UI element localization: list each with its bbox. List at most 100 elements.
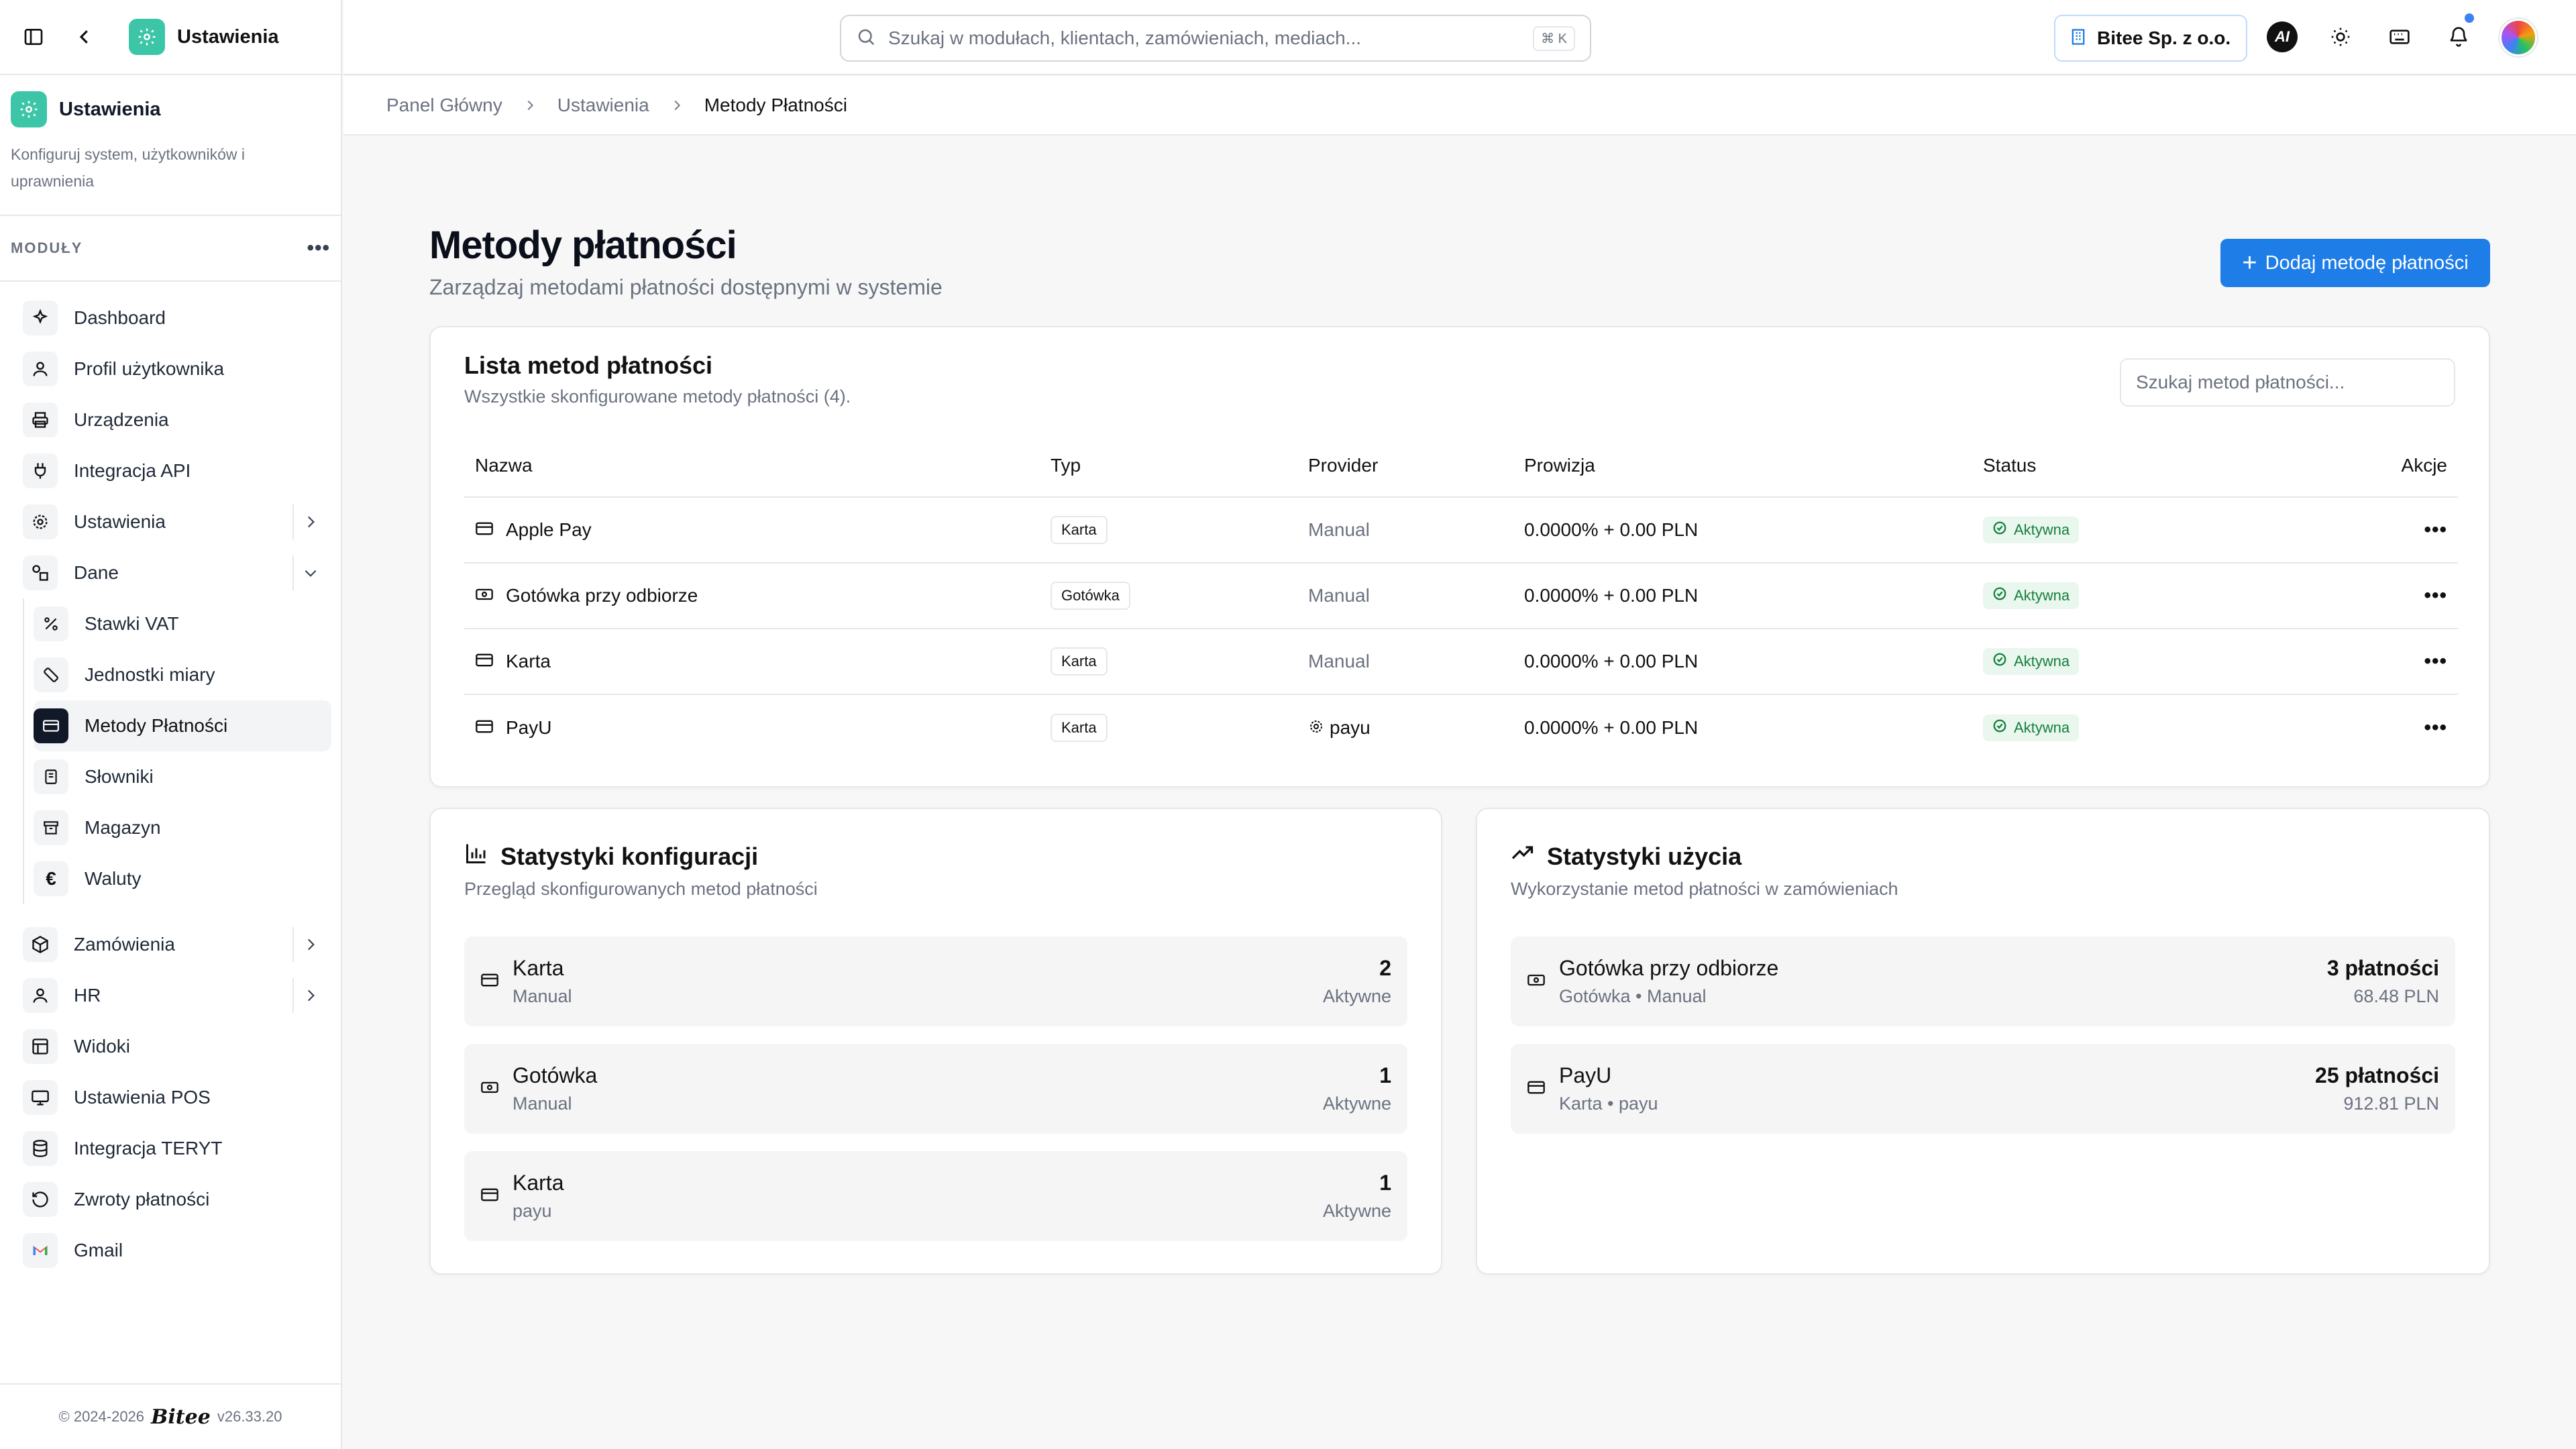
sidebar-item-label: Widoki	[74, 1036, 131, 1057]
sidebar-item-devices[interactable]: Urządzenia	[0, 394, 341, 445]
sidebar-item-api[interactable]: Integracja API	[0, 445, 341, 496]
credit-card-icon	[1527, 1078, 1546, 1100]
sidebar-item-label: Zwroty płatności	[74, 1189, 210, 1210]
sidebar-item-units[interactable]: Jednostki miary	[34, 649, 341, 700]
banknote-icon	[475, 585, 494, 607]
check-circle-icon	[1992, 521, 2007, 539]
chevron-right-icon	[523, 98, 537, 113]
monitor-icon	[23, 1080, 58, 1115]
sidebar-item-label: Ustawienia POS	[74, 1087, 211, 1108]
sidebar-nav: Dashboard Profil użytkownika Urządzenia …	[0, 282, 341, 1276]
layout-icon	[23, 1029, 58, 1064]
item-unit: 912.81 PLN	[2343, 1093, 2439, 1114]
credit-card-icon	[34, 708, 68, 743]
keyboard-icon[interactable]	[2383, 20, 2416, 54]
item-title: Gotówka	[513, 1063, 598, 1087]
list-description: Wszystkie skonfigurowane metody płatnośc…	[464, 386, 851, 407]
table-row[interactable]: Gotówka przy odbiorze Gotówka Manual 0.0…	[464, 564, 2458, 629]
list-item: Karta payu 1 Aktywne	[464, 1151, 1407, 1241]
status-badge: Aktywna	[1983, 648, 2080, 675]
more-horizontal-icon[interactable]: •••	[307, 237, 330, 260]
more-horizontal-icon[interactable]: •••	[2424, 650, 2447, 673]
global-search-input[interactable]: Szukaj w modułach, klientach, zamówienia…	[840, 15, 1591, 62]
usage-stats-description: Wykorzystanie metod płatności w zamówien…	[1511, 879, 1898, 899]
status-badge: Aktywna	[1983, 582, 2080, 609]
settings-app-icon	[129, 19, 165, 55]
item-value: 1	[1379, 1063, 1391, 1087]
chevron-right-icon[interactable]	[292, 978, 327, 1013]
list-item: Karta Manual 2 Aktywne	[464, 936, 1407, 1026]
type-badge: Karta	[1051, 647, 1108, 676]
chevron-right-icon[interactable]	[292, 927, 327, 962]
item-meta: Gotówka przy odbiorze Gotówka • Manual	[1559, 956, 2327, 1007]
page-title: Metody płatności	[429, 223, 737, 267]
credit-card-icon	[480, 971, 499, 993]
method-name: Karta	[506, 651, 551, 672]
item-value: 25 płatności	[2315, 1063, 2439, 1087]
sidebar-item-label: Waluty	[85, 868, 142, 889]
sidebar-item-views[interactable]: Widoki	[0, 1021, 341, 1072]
more-horizontal-icon[interactable]: •••	[2424, 716, 2447, 739]
sidebar-item-hr[interactable]: HR	[0, 970, 341, 1021]
type-cell: Karta	[1051, 516, 1308, 544]
bell-icon[interactable]	[2442, 13, 2475, 54]
sidebar-item-warehouse[interactable]: Magazyn	[34, 802, 341, 853]
list-search-input[interactable]: Szukaj metod płatności...	[2120, 358, 2455, 407]
company-switcher-button[interactable]: Bitee Sp. z o.o.	[2054, 15, 2247, 62]
plus-icon: +	[2242, 249, 2257, 277]
modules-header: MODUŁY •••	[0, 216, 341, 282]
chevron-right-icon[interactable]	[292, 504, 327, 539]
sidebar-item-pos[interactable]: Ustawienia POS	[0, 1072, 341, 1123]
sidebar-item-dictionaries[interactable]: Słowniki	[34, 751, 341, 802]
sidebar-item-label: Profil użytkownika	[74, 358, 225, 379]
back-chevron-icon[interactable]	[71, 23, 98, 50]
list-item: Gotówka przy odbiorze Gotówka • Manual 3…	[1511, 936, 2455, 1026]
config-stats-title: Statystyki konfiguracji	[500, 842, 759, 870]
column-header: Typ	[1051, 455, 1081, 476]
sidebar-item-data[interactable]: Dane	[0, 547, 341, 598]
sidebar-item-gmail[interactable]: Gmail	[0, 1225, 341, 1276]
sun-icon[interactable]	[2324, 20, 2357, 54]
avatar-image	[2500, 19, 2537, 56]
sparkles-icon	[23, 301, 58, 335]
table-row[interactable]: PayU Karta payu 0.0000% + 0.00 PLN Aktyw…	[464, 695, 2458, 761]
type-cell: Karta	[1051, 714, 1308, 742]
ai-assistant-button[interactable]: AI	[2265, 20, 2299, 54]
status-cell: Aktywna	[1983, 517, 2345, 543]
add-payment-method-button[interactable]: + Dodaj metodę płatności	[2220, 239, 2490, 287]
table-row[interactable]: Apple Pay Karta Manual 0.0000% + 0.00 PL…	[464, 498, 2458, 564]
sidebar-item-refunds[interactable]: Zwroty płatności	[0, 1174, 341, 1225]
sidebar-item-currencies[interactable]: € Waluty	[34, 853, 341, 904]
usage-stats-title: Statystyki użycia	[1547, 842, 1742, 870]
fee-cell: 0.0000% + 0.00 PLN	[1524, 585, 1699, 606]
sidebar-item-settings[interactable]: Ustawienia	[0, 496, 341, 547]
status-badge: Aktywna	[1983, 714, 2080, 741]
actions-cell: •••	[2345, 716, 2458, 739]
sidebar-item-dashboard[interactable]: Dashboard	[0, 292, 341, 343]
sidebar-item-teryt[interactable]: Integracja TERYT	[0, 1123, 341, 1174]
sidebar-item-profile[interactable]: Profil użytkownika	[0, 343, 341, 394]
rotate-ccw-icon	[23, 1182, 58, 1217]
sidebar-item-label: Urządzenia	[74, 409, 169, 430]
sidebar-item-payment-methods[interactable]: Metody Płatności	[34, 700, 331, 751]
breadcrumb-home[interactable]: Panel Główny	[386, 95, 502, 116]
copyright-text: © 2024-2026	[58, 1408, 145, 1425]
sidebar-item-label: Dane	[74, 562, 119, 583]
sidebar-item-label: Gmail	[74, 1240, 123, 1260]
provider-text: Manual	[1308, 585, 1370, 606]
list-item: Gotówka Manual 1 Aktywne	[464, 1044, 1407, 1134]
sidebar-item-vat[interactable]: Stawki VAT	[34, 598, 341, 649]
sidebar-footer: © 2024-2026 Bitee v26.33.20	[0, 1383, 341, 1449]
breadcrumb: Panel Główny Ustawienia Metody Płatności	[343, 76, 2576, 136]
table-row[interactable]: Karta Karta Manual 0.0000% + 0.00 PLN Ak…	[464, 629, 2458, 695]
sidebar-item-orders[interactable]: Zamówienia	[0, 919, 341, 970]
more-horizontal-icon[interactable]: •••	[2424, 519, 2447, 541]
breadcrumb-settings[interactable]: Ustawienia	[557, 95, 649, 116]
chevron-down-icon[interactable]	[292, 555, 327, 590]
sidebar-item-label: Ustawienia	[74, 511, 166, 532]
more-horizontal-icon[interactable]: •••	[2424, 584, 2447, 607]
sidebar-toggle-icon[interactable]	[20, 23, 47, 50]
avatar[interactable]	[2498, 17, 2538, 58]
method-name: PayU	[506, 717, 552, 738]
credit-card-icon	[475, 519, 494, 541]
